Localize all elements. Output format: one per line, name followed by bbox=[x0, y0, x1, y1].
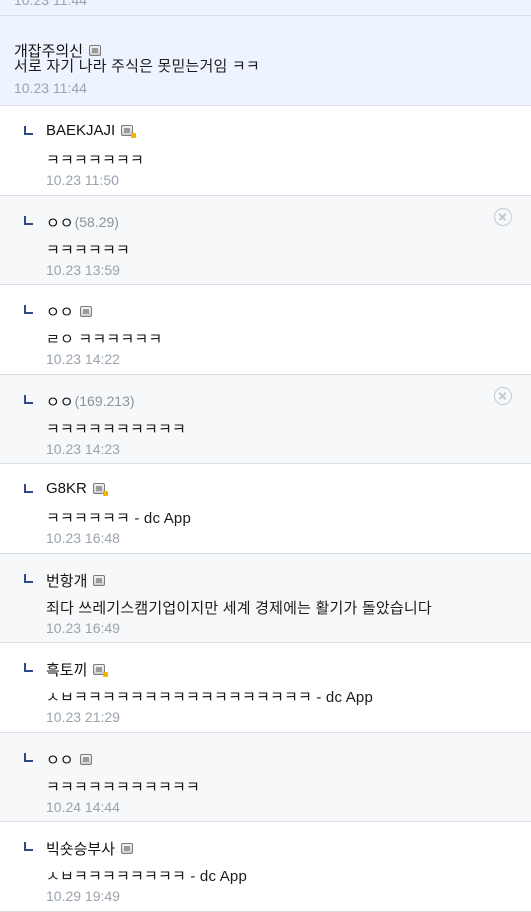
gallog-icon[interactable] bbox=[79, 306, 92, 317]
previous-comment-partial: 10.23 11:44 bbox=[0, 0, 531, 16]
gallog-icon[interactable] bbox=[79, 753, 92, 765]
reply-comment: 흑토끼 ㅅㅂㅋㅋㅋㅋㅋㅋㅋㅋㅋㅋㅋㅋㅋㅋㅋㅋㅋ - dc App 10.23 21:… bbox=[0, 643, 531, 733]
reply-timestamp: 10.23 13:59 bbox=[46, 261, 120, 278]
reply-author[interactable]: ㅇㅇ bbox=[46, 391, 74, 412]
reply-author-line: ㅇㅇ (169.213) bbox=[46, 391, 135, 412]
reply-arrow-icon bbox=[24, 126, 33, 135]
gallog-icon[interactable] bbox=[93, 664, 109, 677]
reply-comment: ㅇㅇ (58.29) ㅋㅋㅋㅋㅋㅋ 10.23 13:59 bbox=[0, 195, 531, 285]
reply-author-line: G8KR bbox=[46, 480, 108, 497]
reply-author[interactable]: 빅숏승부사 bbox=[46, 838, 115, 859]
gallog-icon[interactable] bbox=[121, 843, 134, 854]
reply-author[interactable]: BAEKJAJI bbox=[46, 122, 115, 139]
reply-text: ㄹㅇ ㅋㅋㅋㅋㅋㅋ bbox=[46, 331, 163, 348]
reply-author-line: BAEKJAJI bbox=[46, 122, 137, 139]
reply-timestamp: 10.23 14:23 bbox=[46, 440, 120, 457]
reply-arrow-icon bbox=[24, 394, 33, 404]
reply-author-line: 빅숏승부사 bbox=[46, 838, 134, 859]
reply-text: ㅋㅋㅋㅋㅋㅋ bbox=[46, 241, 131, 259]
reply-comment: ㅇㅇㄹㅇ ㅋㅋㅋㅋㅋㅋ 10.23 14:22 bbox=[0, 285, 531, 375]
reply-arrow-icon bbox=[24, 842, 33, 851]
reply-author[interactable]: 흑토끼 bbox=[46, 659, 87, 680]
reply-timestamp: 10.23 21:29 bbox=[46, 709, 120, 725]
reply-text: ㅋㅋㅋㅋㅋㅋㅋㅋㅋㅋㅋ bbox=[46, 778, 201, 796]
reply-author[interactable]: 번항개 bbox=[46, 570, 87, 591]
reply-timestamp: 10.24 14:44 bbox=[46, 798, 120, 815]
reply-comment: ㅇㅇ (169.213) ㅋㅋㅋㅋㅋㅋㅋㅋㅋㅋ 10.23 14:23 bbox=[0, 374, 531, 464]
delete-comment-button[interactable] bbox=[494, 386, 512, 405]
reply-author-line: ㅇㅇ (58.29) bbox=[46, 212, 119, 233]
gallog-icon[interactable] bbox=[92, 483, 108, 496]
reply-comment: ㅇㅇㅋㅋㅋㅋㅋㅋㅋㅋㅋㅋㅋ 10.24 14:44 bbox=[0, 732, 531, 822]
reply-comment: BAEKJAJI ㅋㅋㅋㅋㅋㅋㅋ 10.23 11:50 bbox=[0, 106, 531, 196]
reply-author-ip: (169.213) bbox=[74, 393, 135, 409]
reply-author[interactable]: G8KR bbox=[46, 480, 87, 497]
delete-comment-button[interactable] bbox=[494, 207, 512, 226]
gallog-icon[interactable] bbox=[93, 574, 106, 586]
reply-arrow-icon bbox=[24, 573, 33, 583]
reply-text: ㅋㅋㅋㅋㅋㅋㅋㅋㅋㅋ bbox=[46, 420, 187, 438]
reply-timestamp: 10.23 16:48 bbox=[46, 530, 120, 546]
reply-text: ㅋㅋㅋㅋㅋㅋㅋ bbox=[46, 152, 145, 169]
previous-comment-timestamp: 10.23 11:44 bbox=[14, 0, 87, 8]
reply-author[interactable]: ㅇㅇ bbox=[46, 212, 74, 233]
reply-arrow-icon bbox=[24, 663, 33, 672]
comment-timestamp: 10.23 11:44 bbox=[14, 80, 87, 96]
reply-comment: 빅숏승부사 ㅅㅂㅋㅋㅋㅋㅋㅋㅋㅋ - dc App 10.29 19:49 bbox=[0, 822, 531, 912]
reply-author-line: ㅇㅇ bbox=[46, 301, 92, 322]
reply-arrow-icon bbox=[24, 305, 33, 314]
reply-text: ㅋㅋㅋㅋㅋㅋ - dc App bbox=[46, 510, 192, 527]
gallog-icon[interactable] bbox=[121, 125, 137, 138]
reply-text: ㅅㅂㅋㅋㅋㅋㅋㅋㅋㅋ - dc App bbox=[46, 868, 248, 885]
reply-timestamp: 10.23 11:50 bbox=[46, 172, 119, 188]
parent-comment: 개잡주의신 서로 자기 나라 주식은 못믿는거임 ㅋㅋ 10.23 11:44 bbox=[0, 16, 531, 106]
reply-timestamp: 10.29 19:49 bbox=[46, 888, 120, 904]
reply-list: BAEKJAJI ㅋㅋㅋㅋㅋㅋㅋ 10.23 11:50 ㅇㅇ (58.29) ㅋㅋㅋㅋㅋ… bbox=[0, 106, 531, 912]
reply-arrow-icon bbox=[24, 215, 33, 225]
reply-timestamp: 10.23 16:49 bbox=[46, 619, 120, 636]
reply-author[interactable]: ㅇㅇ bbox=[46, 301, 74, 322]
reply-text: ㅅㅂㅋㅋㅋㅋㅋㅋㅋㅋㅋㅋㅋㅋㅋㅋㅋㅋㅋ - dc App bbox=[46, 689, 374, 706]
comment-text: 서로 자기 나라 주식은 못믿는거임 ㅋㅋ bbox=[14, 58, 260, 75]
reply-comment: 번항개죄다 쓰레기스캠기업이지만 세계 경제에는 활기가 돌았습니다 10.23 … bbox=[0, 553, 531, 643]
reply-text: 죄다 쓰레기스캠기업이지만 세계 경제에는 활기가 돌았습니다 bbox=[46, 599, 432, 617]
reply-arrow-icon bbox=[24, 484, 33, 493]
reply-author-ip: (58.29) bbox=[74, 214, 119, 230]
reply-comment: G8KR ㅋㅋㅋㅋㅋㅋ - dc App 10.23 16:48 bbox=[0, 464, 531, 554]
reply-author-line: 흑토끼 bbox=[46, 659, 109, 680]
reply-timestamp: 10.23 14:22 bbox=[46, 351, 120, 367]
reply-arrow-icon bbox=[24, 752, 33, 762]
reply-author-line: ㅇㅇ bbox=[46, 749, 92, 770]
reply-author[interactable]: ㅇㅇ bbox=[46, 749, 74, 770]
reply-author-line: 번항개 bbox=[46, 570, 106, 591]
